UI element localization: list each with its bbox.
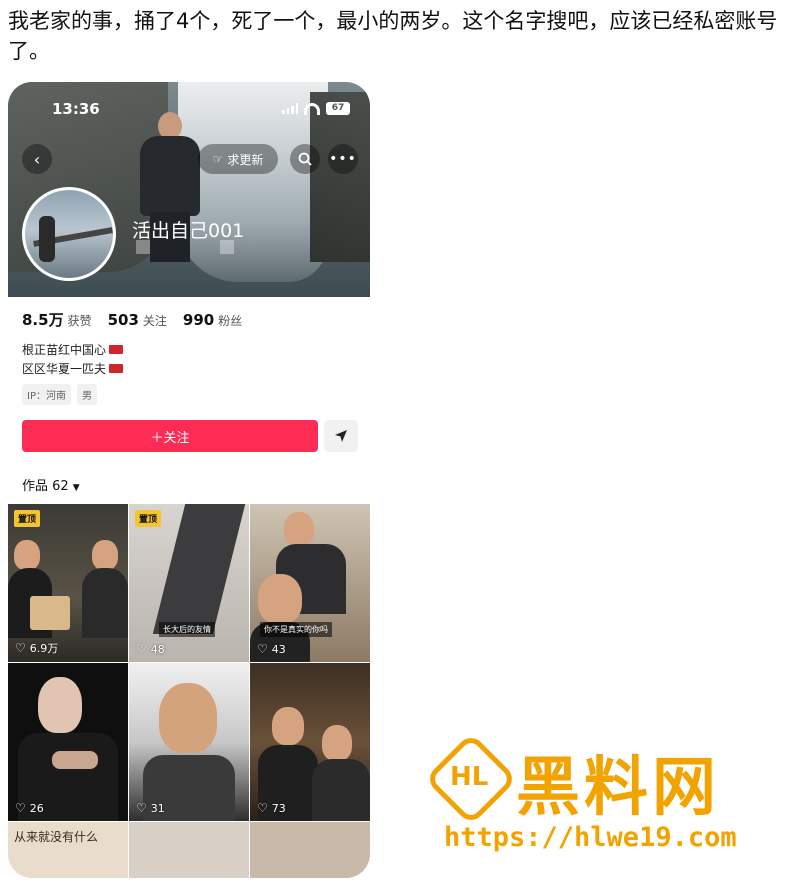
gender-tag: 男 bbox=[76, 384, 97, 405]
chevron-left-icon: ‹ bbox=[33, 149, 41, 169]
video-tile[interactable]: 从来就没有什么 bbox=[8, 822, 128, 878]
video-tile[interactable]: 置顶 长大后的友情 ♡ 48 bbox=[129, 504, 249, 662]
video-likes: ♡ 43 bbox=[257, 642, 286, 656]
video-caption: 你不是真实的你吗 bbox=[260, 622, 332, 637]
status-time: 13:36 bbox=[52, 100, 100, 118]
back-button[interactable]: ‹ bbox=[22, 144, 52, 174]
bio-line: 根正苗红中国心 bbox=[22, 341, 124, 358]
watermark-url: https://hlwe19.com bbox=[444, 822, 737, 853]
tags-row: IP：河南 男 bbox=[22, 384, 97, 405]
caret-down-icon: ▼ bbox=[72, 483, 80, 493]
pinned-badge: 置顶 bbox=[14, 510, 41, 527]
more-dots-icon: ••• bbox=[329, 151, 357, 167]
video-likes: ♡ 6.9万 bbox=[15, 641, 59, 655]
stats-row: 8.5万 获赞 503 关注 990 粉丝 bbox=[22, 309, 242, 330]
video-grid: 置顶 ♡ 6.9万 置顶 长大后的友情 ♡ 48 你不是真实的你吗 ♡ 43 ♡ 26 … bbox=[8, 504, 370, 878]
video-tile[interactable]: 你不是真实的你吗 ♡ 43 bbox=[250, 504, 370, 662]
request-update-label: 求更新 bbox=[227, 152, 264, 167]
works-tab[interactable]: 作品 62 ▼ bbox=[22, 475, 80, 494]
search-button[interactable] bbox=[290, 144, 320, 174]
profile-info: 8.5万 获赞 503 关注 990 粉丝 根正苗红中国心 区区华夏一匹夫 IP：河南… bbox=[8, 297, 370, 497]
heart-icon: ♡ bbox=[136, 801, 147, 815]
blur-mark bbox=[220, 240, 234, 254]
wifi-icon bbox=[304, 102, 320, 115]
video-tile[interactable]: ♡ 73 bbox=[250, 663, 370, 821]
nickname: 活出自己001 bbox=[132, 220, 245, 242]
video-tile[interactable]: ♡ 26 bbox=[8, 663, 128, 821]
video-likes: ♡ 48 bbox=[136, 642, 165, 656]
cover-rock-right bbox=[310, 92, 370, 262]
status-icons: 67 bbox=[282, 102, 350, 115]
video-tile[interactable]: 置顶 ♡ 6.9万 bbox=[8, 504, 128, 662]
follow-button[interactable]: ＋关注 bbox=[22, 420, 318, 452]
video-likes: ♡ 73 bbox=[257, 801, 286, 815]
battery-icon: 67 bbox=[326, 102, 350, 115]
following-stat[interactable]: 503 关注 bbox=[108, 310, 167, 329]
video-tile[interactable] bbox=[129, 822, 249, 878]
heart-icon: ♡ bbox=[136, 642, 147, 656]
ip-tag: IP：河南 bbox=[22, 384, 71, 405]
heart-icon: ♡ bbox=[257, 801, 268, 815]
share-button[interactable] bbox=[324, 420, 358, 452]
more-button[interactable]: ••• bbox=[328, 144, 358, 174]
signal-icon bbox=[282, 103, 298, 114]
avatar[interactable] bbox=[22, 187, 116, 281]
pinned-badge: 置顶 bbox=[135, 510, 162, 527]
likes-stat[interactable]: 8.5万 获赞 bbox=[22, 309, 92, 330]
video-tile[interactable]: ♡ 31 bbox=[129, 663, 249, 821]
bio-line: 区区华夏一匹夫 bbox=[22, 360, 124, 377]
followers-stat[interactable]: 990 粉丝 bbox=[183, 310, 242, 329]
video-overlay-text: 从来就没有什么 bbox=[14, 830, 99, 844]
flag-icon bbox=[109, 345, 124, 354]
request-update-button[interactable]: ☞ 求更新 bbox=[198, 144, 278, 174]
site-watermark: HL 黑料网 https://hlwe19.com bbox=[424, 732, 788, 880]
heart-icon: ♡ bbox=[15, 801, 26, 815]
hand-point-icon: ☞ bbox=[212, 152, 224, 166]
blur-mark bbox=[136, 240, 150, 254]
heart-icon: ♡ bbox=[15, 641, 26, 655]
search-icon bbox=[298, 152, 312, 166]
video-tile[interactable] bbox=[250, 822, 370, 878]
heart-icon: ♡ bbox=[257, 642, 268, 656]
watermark-title: 黑料网 bbox=[516, 751, 720, 825]
video-caption: 长大后的友情 bbox=[159, 622, 215, 637]
post-text: 我老家的事，捅了4个，死了一个，最小的两岁。这个名字搜吧，应该已经私密账号了。 bbox=[8, 9, 778, 63]
video-likes: ♡ 31 bbox=[136, 801, 165, 815]
video-likes: ♡ 26 bbox=[15, 801, 44, 815]
send-icon bbox=[335, 430, 347, 442]
watermark-logo-text: HL bbox=[450, 762, 489, 792]
profile-screenshot: 13:36 67 ‹ ☞ 求更新 ••• 活出自己001 8.5万 获赞 503 关… bbox=[8, 82, 370, 878]
flag-icon bbox=[109, 364, 124, 373]
